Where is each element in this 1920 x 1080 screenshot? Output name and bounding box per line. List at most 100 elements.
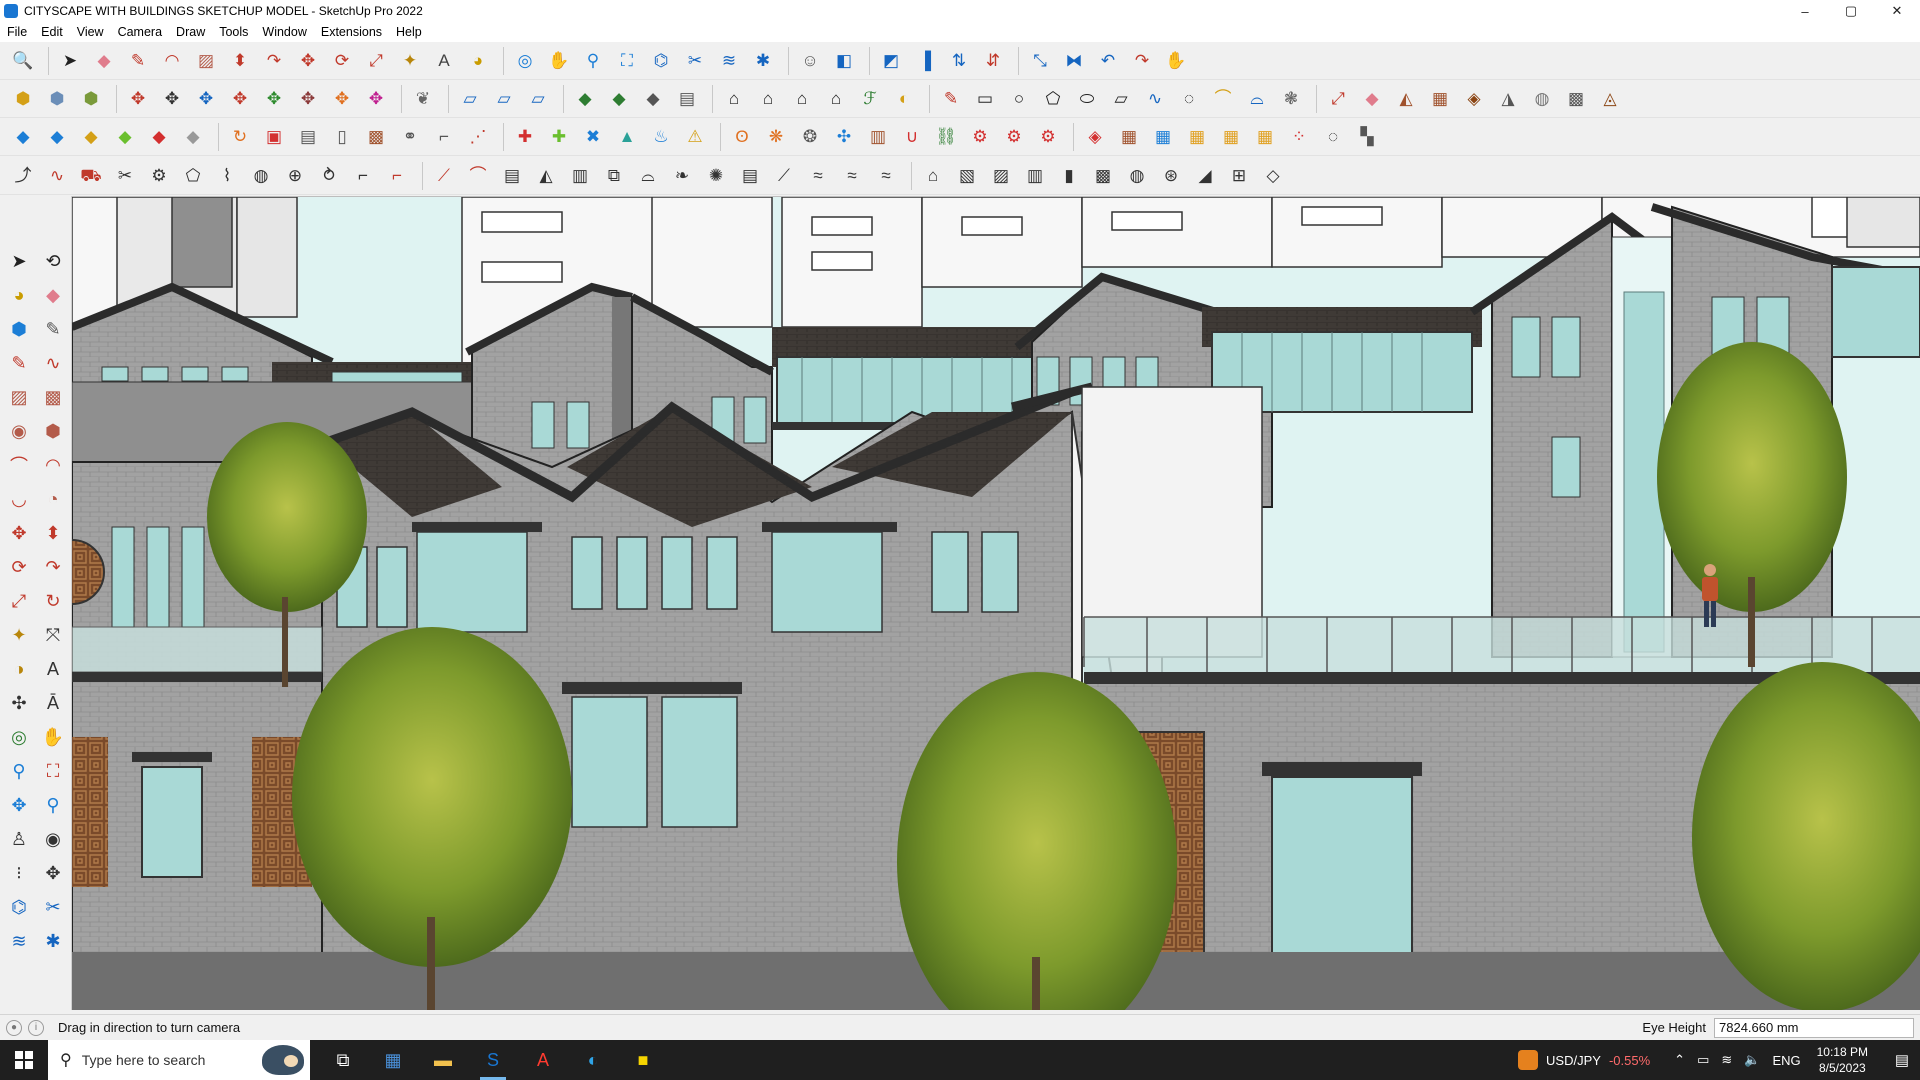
arc-icon[interactable]: ◠: [157, 46, 187, 76]
section-cut-icon[interactable]: ◩: [876, 46, 906, 76]
left-select-icon[interactable]: ➤: [2, 244, 36, 278]
frame2-icon[interactable]: ▤: [497, 161, 527, 191]
left-dimension-icon[interactable]: ⤧: [36, 618, 70, 652]
section-plane-icon[interactable]: ◧: [829, 46, 859, 76]
acrobat-icon[interactable]: A: [518, 1040, 568, 1080]
spring-icon[interactable]: ⌇: [212, 161, 242, 191]
task-view-icon[interactable]: ⧉: [318, 1040, 368, 1080]
left-extension-icon[interactable]: ✂: [36, 890, 70, 924]
parallelogram-shape-icon[interactable]: ▱: [1106, 84, 1136, 114]
spiral-shape-icon[interactable]: ◌: [1174, 84, 1204, 114]
menu-window[interactable]: Window: [255, 22, 313, 42]
menu-view[interactable]: View: [70, 22, 111, 42]
home-outline-icon[interactable]: ⌂: [787, 84, 817, 114]
axis-y-icon[interactable]: ✥: [259, 84, 289, 114]
left-arc2-icon[interactable]: ◠: [36, 448, 70, 482]
pencil-icon[interactable]: ✎: [936, 84, 966, 114]
left-circle-icon[interactable]: ◉: [2, 414, 36, 448]
menu-draw[interactable]: Draw: [169, 22, 212, 42]
triangle-icon[interactable]: ◭: [531, 161, 561, 191]
left-zoom-extents-icon[interactable]: ✥: [2, 788, 36, 822]
frame-icon[interactable]: ▣: [259, 122, 289, 152]
left-zoom-window-icon[interactable]: ⛶: [36, 754, 70, 788]
paint-blue-icon[interactable]: ◆: [8, 122, 38, 152]
left-previous-icon[interactable]: ⚲: [36, 788, 70, 822]
plus-green-icon[interactable]: ✚: [544, 122, 574, 152]
stairs-icon[interactable]: ▤: [735, 161, 765, 191]
curve-icon[interactable]: ⌓: [1242, 84, 1272, 114]
xray-icon[interactable]: ▱: [455, 84, 485, 114]
zoom-window-icon[interactable]: ⛶: [612, 46, 642, 76]
list-icon[interactable]: ▤: [293, 122, 323, 152]
drape-icon[interactable]: ▩: [1561, 84, 1591, 114]
model-viewport[interactable]: [72, 196, 1920, 1010]
wave3-icon[interactable]: ≈: [871, 161, 901, 191]
left-3d-text-icon[interactable]: Ā: [36, 686, 70, 720]
measurements-field[interactable]: 7824.660 mm: [1714, 1017, 1914, 1038]
monochrome-icon[interactable]: ▤: [672, 84, 702, 114]
knot2-icon[interactable]: ❋: [761, 122, 791, 152]
paint-blue2-icon[interactable]: ◆: [42, 122, 72, 152]
circle-dots-icon[interactable]: ◌: [1318, 122, 1348, 152]
hidden-line-icon[interactable]: ◆: [570, 84, 600, 114]
crate-icon[interactable]: ▦: [1182, 122, 1212, 152]
battery-icon[interactable]: ▭: [1697, 1052, 1709, 1068]
rect-shape-icon[interactable]: ▭: [970, 84, 1000, 114]
select-icon[interactable]: ➤: [55, 46, 85, 76]
wedge-icon[interactable]: ◢: [1190, 161, 1220, 191]
fan-icon[interactable]: ✺: [701, 161, 731, 191]
dots-curve-icon[interactable]: ⋰: [463, 122, 493, 152]
stair2-icon[interactable]: ▨: [986, 161, 1016, 191]
globe-icon[interactable]: ⊕: [280, 161, 310, 191]
right-view-icon[interactable]: ✥: [123, 84, 153, 114]
back-edges-icon[interactable]: ▱: [489, 84, 519, 114]
cone-icon[interactable]: ▲: [612, 122, 642, 152]
info-icon[interactable]: i: [28, 1019, 44, 1036]
sketchup-icon[interactable]: S: [468, 1040, 518, 1080]
left-arc3-icon[interactable]: ◡: [2, 482, 36, 516]
spline-icon[interactable]: ∿: [42, 161, 72, 191]
left-freehand-icon[interactable]: ∿: [36, 346, 70, 380]
left-zoom-icon[interactable]: ⚲: [2, 754, 36, 788]
garage-icon[interactable]: ⌂: [821, 84, 851, 114]
table-icon[interactable]: ▦: [1148, 122, 1178, 152]
left-line-icon[interactable]: ✎: [2, 346, 36, 380]
push-pull-icon[interactable]: ⬍: [225, 46, 255, 76]
sphere-icon[interactable]: ◍: [246, 161, 276, 191]
pan-icon[interactable]: ✋: [544, 46, 574, 76]
axis-f-icon[interactable]: ✥: [361, 84, 391, 114]
mesh-icon[interactable]: ◍: [1527, 84, 1557, 114]
zoom-extents-icon[interactable]: 🔍: [8, 46, 38, 76]
glyph-icon[interactable]: ℱ: [855, 84, 885, 114]
menu-camera[interactable]: Camera: [111, 22, 169, 42]
vault-icon[interactable]: ⌓: [633, 161, 663, 191]
wifi-icon[interactable]: ≋: [1721, 1052, 1732, 1068]
magnet-icon[interactable]: ∪: [897, 122, 927, 152]
left-follow-me-icon[interactable]: ↷: [36, 550, 70, 584]
left-warehouse-icon[interactable]: ⌬: [2, 890, 36, 924]
left-rect-icon[interactable]: ▨: [2, 380, 36, 414]
back-view-icon[interactable]: ✥: [157, 84, 187, 114]
roof-icon[interactable]: ⌂: [918, 161, 948, 191]
rotate-icon[interactable]: ⟳: [327, 46, 357, 76]
volume-icon[interactable]: 🔈: [1744, 1052, 1760, 1068]
diamond-icon[interactable]: ◇: [1258, 161, 1288, 191]
bridge-icon[interactable]: ◭: [1391, 84, 1421, 114]
sandbox-icon[interactable]: ◈: [1459, 84, 1489, 114]
cross-blue-icon[interactable]: ✖: [578, 122, 608, 152]
wave2-icon[interactable]: ≈: [837, 161, 867, 191]
shapes-icon[interactable]: ⬠: [178, 161, 208, 191]
stock-ticker[interactable]: USD/JPY -0.55%: [1518, 1050, 1650, 1070]
left-layers-icon[interactable]: ≋: [2, 924, 36, 958]
wave-icon[interactable]: ≈: [803, 161, 833, 191]
top-view-icon[interactable]: ⬢: [42, 84, 72, 114]
file-explorer-icon[interactable]: ▬: [418, 1040, 468, 1080]
left-axes-icon[interactable]: ✣: [2, 686, 36, 720]
scatter-grid-icon[interactable]: ▚: [1352, 122, 1382, 152]
follow-me-icon[interactable]: ↷: [259, 46, 289, 76]
scissors-icon[interactable]: ✂: [110, 161, 140, 191]
front-view-icon[interactable]: ⬢: [76, 84, 106, 114]
sticky-notes-icon[interactable]: ■: [618, 1040, 668, 1080]
hatch-icon[interactable]: ▧: [952, 161, 982, 191]
sort-down-icon[interactable]: ⇅: [944, 46, 974, 76]
